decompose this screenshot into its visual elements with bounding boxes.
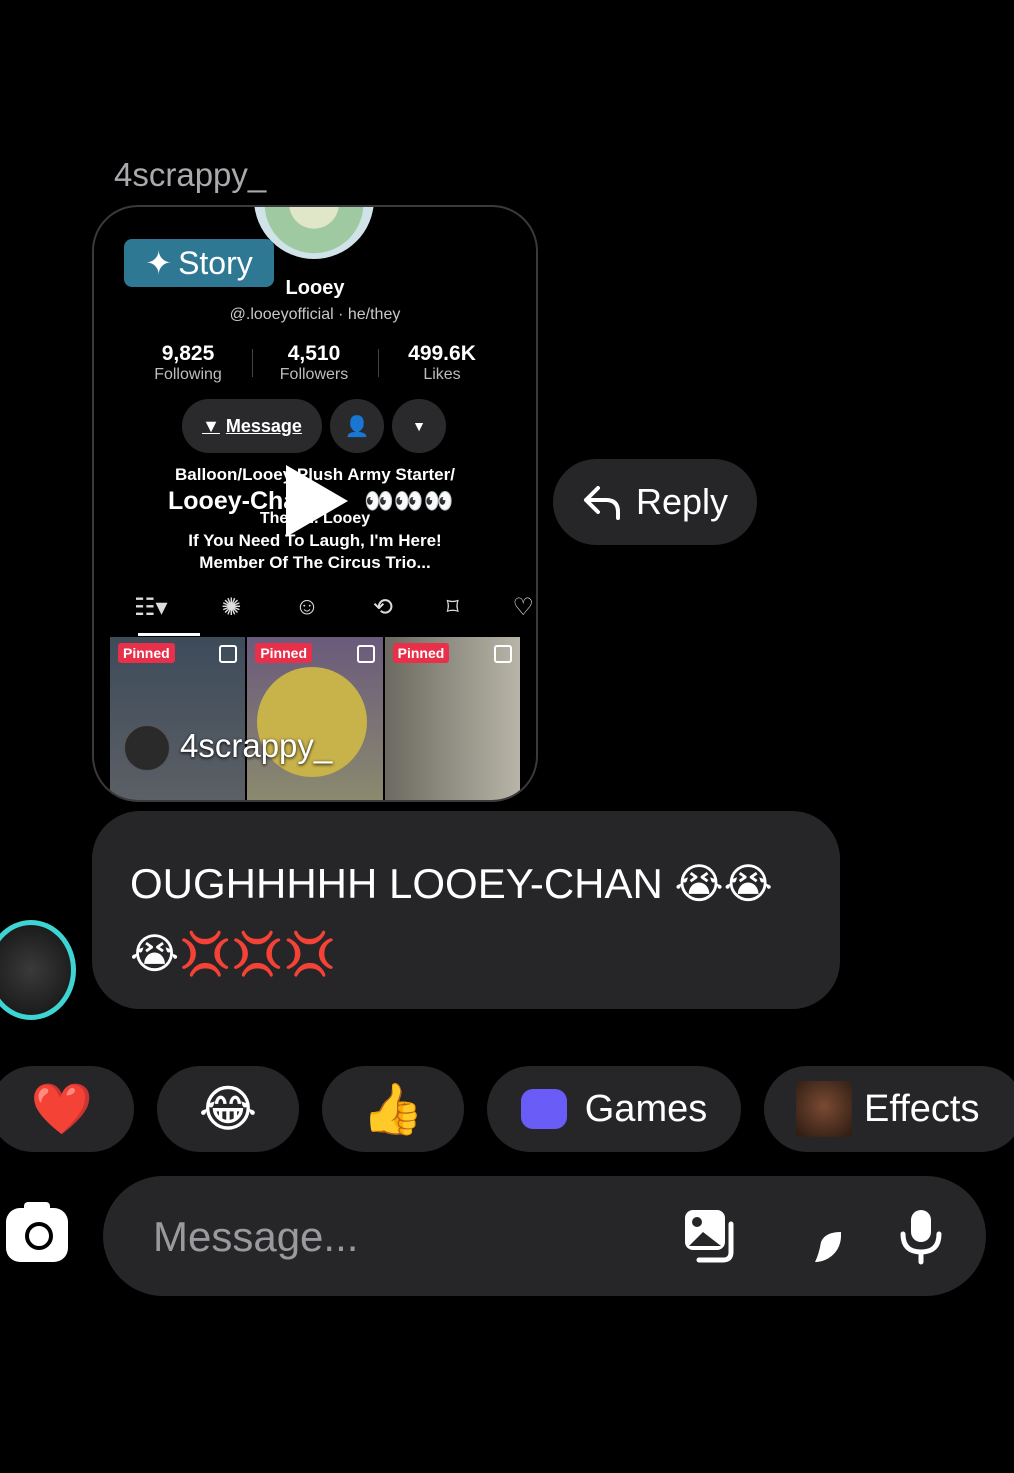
heart-icon: ❤️ xyxy=(30,1080,94,1137)
user-settings-button[interactable]: 👤 xyxy=(330,399,384,453)
pinned-badge: Pinned xyxy=(392,643,450,663)
reply-label: Reply xyxy=(635,481,729,522)
sender-name: 4scrappy_ xyxy=(114,156,267,193)
profile-tabs: ☷▾ ✺ ☺ ⟲ ⌑ ♡ xyxy=(134,593,534,622)
multi-icon xyxy=(219,645,238,663)
sparkle-tab-icon[interactable]: ✺ xyxy=(221,593,241,622)
pinned-badge: Pinned xyxy=(118,643,175,663)
message-text: OUGHHHHH LOOEY-CHAN 😭😭 😭💢💢💢 xyxy=(130,860,773,977)
sharer-username: 4scrappy_ xyxy=(180,727,333,764)
thumbs-up-icon: 👍 xyxy=(361,1080,425,1137)
divider xyxy=(252,349,253,377)
play-icon[interactable] xyxy=(286,465,348,537)
profile-name: Looey xyxy=(285,277,345,299)
bookmark-icon[interactable]: ⌑ xyxy=(447,593,459,622)
sharer-avatar xyxy=(124,725,170,771)
effects-label: Effects xyxy=(864,1087,980,1130)
sticker-icon[interactable]: ☺ xyxy=(295,593,320,622)
video-grid: Pinned Pinned Pinned xyxy=(110,637,520,800)
sticker-icon[interactable] xyxy=(785,1206,845,1266)
message-input[interactable] xyxy=(151,1204,655,1270)
repost-icon[interactable]: ⟲ xyxy=(373,593,393,622)
video-thumbnail[interactable]: Pinned xyxy=(384,637,520,800)
camera-icon[interactable] xyxy=(6,1202,68,1262)
games-label: Games xyxy=(584,1087,708,1130)
laughing-icon: 😂 xyxy=(198,1081,258,1137)
games-button[interactable]: Games xyxy=(487,1066,741,1152)
send-icon: ▼ xyxy=(202,415,220,436)
active-tab-indicator xyxy=(138,633,200,636)
effects-thumbnail xyxy=(796,1081,852,1137)
react-heart-button[interactable]: ❤️ xyxy=(0,1066,134,1152)
effects-button[interactable]: Effects xyxy=(764,1066,1014,1152)
video-thumbnail[interactable]: Pinned xyxy=(110,637,246,800)
pinned-badge: Pinned xyxy=(255,643,312,663)
stat-followers: 4,510 Followers xyxy=(279,342,349,383)
react-laugh-button[interactable]: 😂 xyxy=(157,1066,299,1152)
video-thumbnail[interactable]: Pinned xyxy=(247,637,383,800)
dropdown-button[interactable]: ▼ xyxy=(392,399,446,453)
message-button-label: Message xyxy=(225,415,302,436)
user-gear-icon: 👤 xyxy=(344,415,370,438)
gallery-icon[interactable] xyxy=(681,1206,741,1266)
heart-tab-icon[interactable]: ♡ xyxy=(512,593,534,622)
story-label: Story xyxy=(178,244,253,281)
multi-icon xyxy=(356,645,375,663)
react-thumbsup-button[interactable]: 👍 xyxy=(322,1066,464,1152)
message-profile-button[interactable]: ▼ Message xyxy=(182,399,322,453)
composer xyxy=(103,1176,986,1296)
multi-icon xyxy=(493,645,512,663)
microphone-icon[interactable] xyxy=(891,1206,951,1266)
stat-likes: 499.6K Likes xyxy=(408,342,476,383)
stat-following: 9,825 Following xyxy=(154,342,222,383)
shared-profile-card[interactable]: ✦ Story Looey @.looeyofficial · he/they … xyxy=(92,205,538,802)
grid-icon[interactable]: ☷▾ xyxy=(134,593,168,622)
message-bubble[interactable]: OUGHHHHH LOOEY-CHAN 😭😭 😭💢💢💢 xyxy=(92,811,840,1009)
gamepad-icon xyxy=(520,1089,567,1129)
reply-button[interactable]: Reply xyxy=(553,459,757,545)
profile-handle: @.looeyofficial · he/they xyxy=(229,306,401,323)
sender-avatar[interactable] xyxy=(0,920,76,1020)
bio-line: Member Of The Circus Trio... xyxy=(199,553,431,572)
caret-down-icon: ▼ xyxy=(412,418,426,434)
reply-icon xyxy=(583,486,620,520)
divider xyxy=(378,349,379,377)
